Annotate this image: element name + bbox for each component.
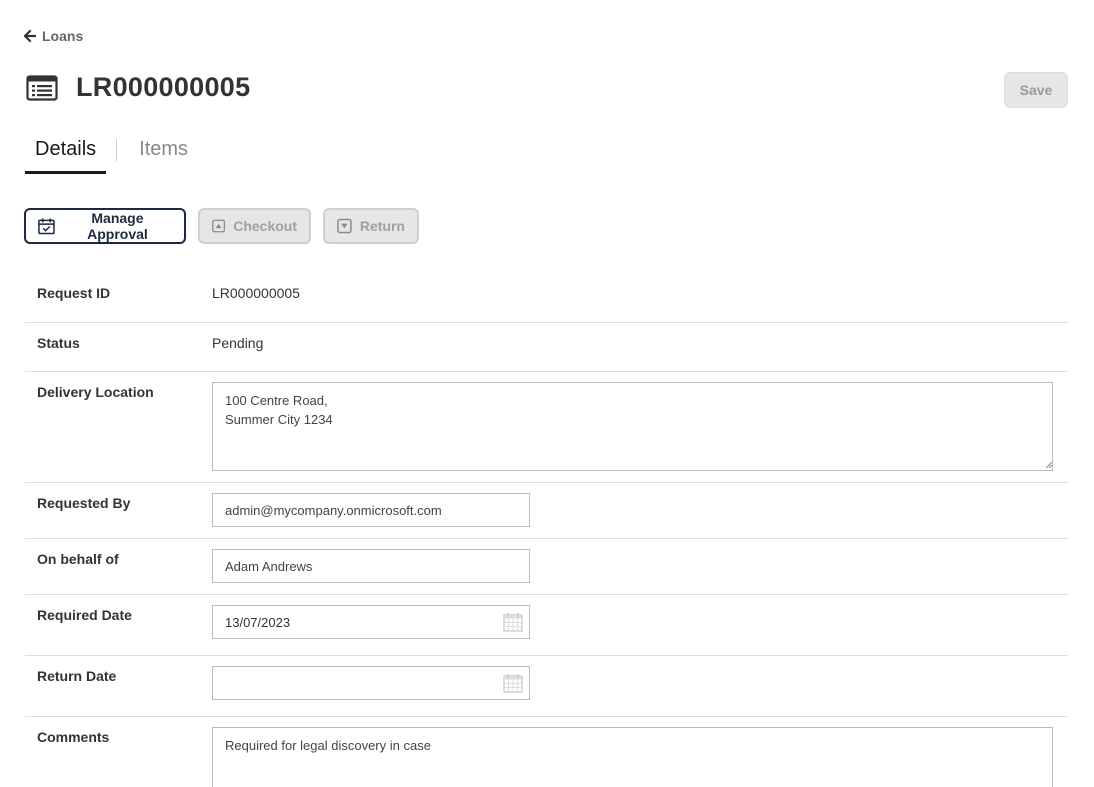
return-date-input[interactable] [212,666,530,700]
back-link[interactable]: Loans [24,28,83,44]
delivery-location-label: Delivery Location [37,384,154,400]
arrow-left-icon [24,30,36,42]
return-date-label: Return Date [37,668,117,684]
calendar-icon[interactable] [503,673,523,693]
save-button[interactable]: Save [1004,72,1068,108]
manage-approval-label: Manage Approval [87,210,148,242]
arrow-down-square-icon [337,218,352,234]
arrow-up-square-icon [212,219,226,233]
form-row-required-date: Required Date 13/07/2023 [25,595,1068,656]
request-id-value: LR000000005 [212,285,300,301]
page-header: LR000000005 [26,72,250,103]
form-row-comments: Comments Required for legal discovery in… [25,717,1068,787]
page-title: LR000000005 [76,72,251,102]
manage-approval-button[interactable]: Manage Approval [24,208,186,244]
status-value: Pending [212,335,264,351]
calendar-icon[interactable] [503,612,523,632]
form-row-status: Status Pending [25,323,1068,372]
checkout-label: Checkout [233,218,297,234]
requested-by-label: Requested By [37,495,131,511]
form-row-request-id: Request ID LR000000005 [25,268,1068,323]
request-id-label: Request ID [37,285,111,301]
tab-bar: Details Items [25,136,198,174]
tab-items[interactable]: Items [129,136,198,174]
checkout-button[interactable]: Checkout [198,208,311,244]
form-row-delivery-location: Delivery Location 100 Centre Road, Summe… [25,372,1068,483]
on-behalf-of-input[interactable]: Adam Andrews [212,549,530,583]
on-behalf-of-value: Adam Andrews [225,558,313,574]
form-row-on-behalf-of: On behalf of Adam Andrews [25,539,1068,595]
on-behalf-of-label: On behalf of [37,551,119,567]
form-row-return-date: Return Date [25,656,1068,717]
details-form: Request ID LR000000005 Status Pending De… [25,268,1068,787]
action-toolbar: Manage Approval Checkout Return [24,208,419,244]
comments-textarea[interactable]: Required for legal discovery in case [212,727,1053,787]
required-date-label: Required Date [37,607,132,623]
form-row-requested-by: Requested By admin@mycompany.onmicrosoft… [25,483,1068,539]
requested-by-input[interactable]: admin@mycompany.onmicrosoft.com [212,493,530,527]
requested-by-value: admin@mycompany.onmicrosoft.com [225,502,442,518]
tab-divider [116,139,118,161]
delivery-location-textarea[interactable]: 100 Centre Road, Summer City 1234 [212,382,1053,471]
return-label: Return [359,218,405,234]
resize-grip-icon[interactable] [1045,461,1053,469]
return-button[interactable]: Return [323,208,419,244]
required-date-value: 13/07/2023 [225,614,291,630]
required-date-input[interactable]: 13/07/2023 [212,605,530,639]
back-link-label: Loans [42,28,84,44]
tab-details[interactable]: Details [25,136,107,174]
comments-label: Comments [37,729,110,745]
calendar-check-icon [38,218,55,235]
list-icon [26,74,58,101]
status-label: Status [37,335,80,351]
